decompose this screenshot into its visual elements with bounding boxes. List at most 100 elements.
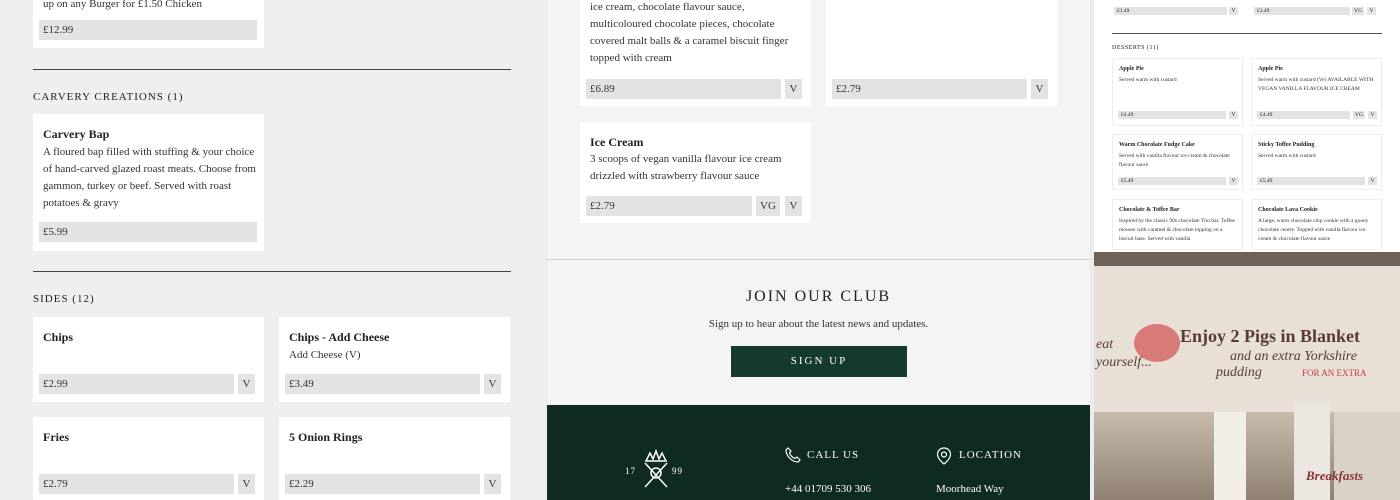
- price-tag: £2.79: [832, 79, 1027, 99]
- menu-card-chips-add-cheese[interactable]: Chips - Add Cheese Add Cheese (V) £3.49 …: [279, 317, 510, 402]
- menu-item-description: ice cream, chocolate flavour sauce, mult…: [590, 1, 789, 64]
- divider: [33, 69, 511, 70]
- price-tag: £4.49: [1257, 111, 1350, 119]
- sign-up-button[interactable]: SIGN UP: [731, 346, 907, 377]
- menu-item-title: Sticky Toffee Pudding: [1258, 142, 1315, 148]
- photo-ceiling: [1094, 252, 1400, 266]
- promo-line-4: FOR AN EXTRA: [1302, 368, 1367, 378]
- vegetarian-badge: V: [785, 196, 802, 216]
- vegetarian-badge: V: [238, 374, 255, 394]
- menu-card-carvery-bap[interactable]: Carvery Bap A floured bap filled with st…: [33, 114, 264, 251]
- section-heading-carvery: CARVERY CREATIONS (1): [33, 91, 184, 103]
- menu-item-description: A floured bap filled with stuffing & you…: [43, 146, 256, 209]
- vegetarian-badge: V: [1229, 177, 1238, 185]
- menu-card-chocolate-lava-cookie[interactable]: Chocolate Lava Cookie A large, warm choc…: [1251, 199, 1382, 250]
- menu-item-description: 3 scoops of vegan vanilla flavour ice cr…: [590, 153, 782, 182]
- promo-line-1: Enjoy 2 Pigs in Blanket: [1180, 326, 1361, 346]
- menu-column-middle: ice cream, chocolate flavour sauce, mult…: [547, 0, 1090, 500]
- vegetarian-badge: V: [484, 374, 501, 394]
- photo-column: [1214, 412, 1246, 500]
- price-tag: £6.89: [586, 79, 781, 99]
- vegan-badge: VG: [1353, 111, 1365, 119]
- vegetarian-badge: V: [1229, 111, 1238, 119]
- menu-item-title: 5 Onion Rings: [289, 430, 363, 444]
- menu-item-description: Served warm with custard: [1258, 153, 1316, 159]
- phone-icon: [785, 447, 801, 463]
- vegetarian-badge: V: [1368, 111, 1377, 119]
- address: Moorhead Way: [936, 483, 1004, 495]
- menu-item-description: A large, warm chocolate chip cookie with…: [1258, 218, 1369, 242]
- menu-item-title: Ice Cream: [590, 135, 644, 149]
- menu-card-chips[interactable]: Chips £2.99 V: [33, 317, 264, 402]
- price-tag: £2.29: [285, 474, 480, 494]
- vegan-badge: VG: [756, 196, 780, 216]
- menu-card-dessert[interactable]: £2.79 V: [826, 0, 1057, 106]
- menu-item-description: Served warm with custard (Ve) AVAILABLE …: [1258, 77, 1374, 92]
- location-pin-icon: [936, 447, 952, 465]
- promo-line-3: pudding: [1216, 365, 1262, 380]
- menu-item-description: Add Cheese (V): [289, 349, 361, 361]
- promo-photo: Enjoy 2 Pigs in Blanket and an extra Yor…: [1094, 252, 1400, 500]
- preview-top: £1.49 V £1.49 VG V DESSERTS (11) Apple P…: [1094, 0, 1400, 250]
- menu-item-description: Inspired by the classic 90s chocolate Tr…: [1119, 218, 1235, 242]
- vegetarian-badge: V: [484, 474, 501, 494]
- price-tag: £5.99: [39, 222, 257, 242]
- brand-logo: 17 99: [625, 447, 687, 493]
- logo-year-right: 99: [672, 466, 683, 476]
- menu-item-title: Chocolate Lava Cookie: [1258, 207, 1318, 213]
- divider: [1112, 33, 1382, 34]
- promo-left-text: eat yourself...: [1096, 337, 1152, 370]
- price-tag: £5.49: [1118, 177, 1226, 185]
- menu-card-chocolate-toffee-bar[interactable]: Chocolate & Toffee Bar Inspired by the c…: [1112, 199, 1243, 250]
- photo-column: [1294, 402, 1330, 500]
- menu-card-apple-pie[interactable]: Apple Pie Served warm with custard £4.49…: [1112, 58, 1243, 126]
- price-tag: £2.79: [39, 474, 234, 494]
- price-tag: £2.79: [586, 196, 752, 216]
- club-divider: [547, 259, 1090, 260]
- call-us-label: CALL US: [807, 449, 860, 461]
- price-tag: £12.99: [39, 20, 257, 40]
- menu-item-title: Apple Pie: [1119, 66, 1144, 72]
- menu-card-fries[interactable]: Fries £2.79 V: [33, 417, 264, 500]
- vegetarian-badge: V: [1229, 7, 1238, 15]
- promo-line-2: and an extra Yorkshire: [1230, 349, 1357, 364]
- club-subtitle: Sign up to hear about the latest news an…: [708, 318, 929, 330]
- menu-card-sundae[interactable]: ice cream, chocolate flavour sauce, mult…: [580, 0, 811, 106]
- section-heading-desserts: DESSERTS (11): [1112, 45, 1159, 51]
- menu-item-title: Chips: [43, 330, 74, 344]
- section-heading-sides: SIDES (12): [33, 293, 95, 305]
- price-tag: £1.49: [1254, 7, 1350, 15]
- menu-item-title: Chips - Add Cheese: [289, 330, 390, 344]
- menu-item-title: Fries: [43, 430, 69, 444]
- menu-card-burger[interactable]: up on any Burger for £1.50 Chicken £12.9…: [33, 0, 264, 48]
- phone-number[interactable]: +44 01709 530 306: [785, 483, 871, 495]
- site-footer: 17 99 CALL US +44 01709 530 306 LOCATION…: [547, 405, 1090, 500]
- menu-card-ice-cream[interactable]: Ice Cream 3 scoops of vegan vanilla flav…: [580, 122, 811, 223]
- menu-item-description: Served with vanilla flavour ice cream & …: [1119, 153, 1230, 168]
- price-tag: £4.49: [1118, 111, 1226, 119]
- club-title: JOIN OUR CLUB: [745, 288, 892, 305]
- menu-item-description: Served warm with custard: [1119, 77, 1177, 83]
- price-tag: £5.49: [1257, 177, 1365, 185]
- menu-item-title: Carvery Bap: [43, 127, 110, 141]
- location-label: LOCATION: [959, 449, 1022, 461]
- menu-item-title: Chocolate & Toffee Bar: [1119, 207, 1180, 213]
- menu-card-chocolate-fudge-cake[interactable]: Warm Chocolate Fudge Cake Served with va…: [1112, 134, 1243, 190]
- menu-card-onion-rings[interactable]: 5 Onion Rings £2.29 V: [279, 417, 510, 500]
- breakfast-sign: Breakfasts: [1306, 468, 1364, 483]
- menu-card-sticky-toffee-pudding[interactable]: Sticky Toffee Pudding Served warm with c…: [1251, 134, 1382, 190]
- logo-year-left: 17: [625, 466, 636, 476]
- vegetarian-badge: V: [785, 79, 802, 99]
- vegan-badge: VG: [1352, 7, 1364, 15]
- vegetarian-badge: V: [1367, 7, 1376, 15]
- menu-item-title: Apple Pie: [1258, 66, 1283, 72]
- vegetarian-badge: V: [1031, 79, 1048, 99]
- vegetarian-badge: V: [238, 474, 255, 494]
- price-tag: £2.99: [39, 374, 234, 394]
- menu-card-apple-pie-vegan[interactable]: Apple Pie Served warm with custard (Ve) …: [1251, 58, 1382, 126]
- photo-column: [1334, 412, 1400, 500]
- divider: [33, 271, 511, 272]
- menu-item-description: up on any Burger for £1.50 Chicken: [43, 0, 202, 10]
- menu-item-title: Warm Chocolate Fudge Cake: [1119, 142, 1195, 148]
- vegetarian-badge: V: [1368, 177, 1377, 185]
